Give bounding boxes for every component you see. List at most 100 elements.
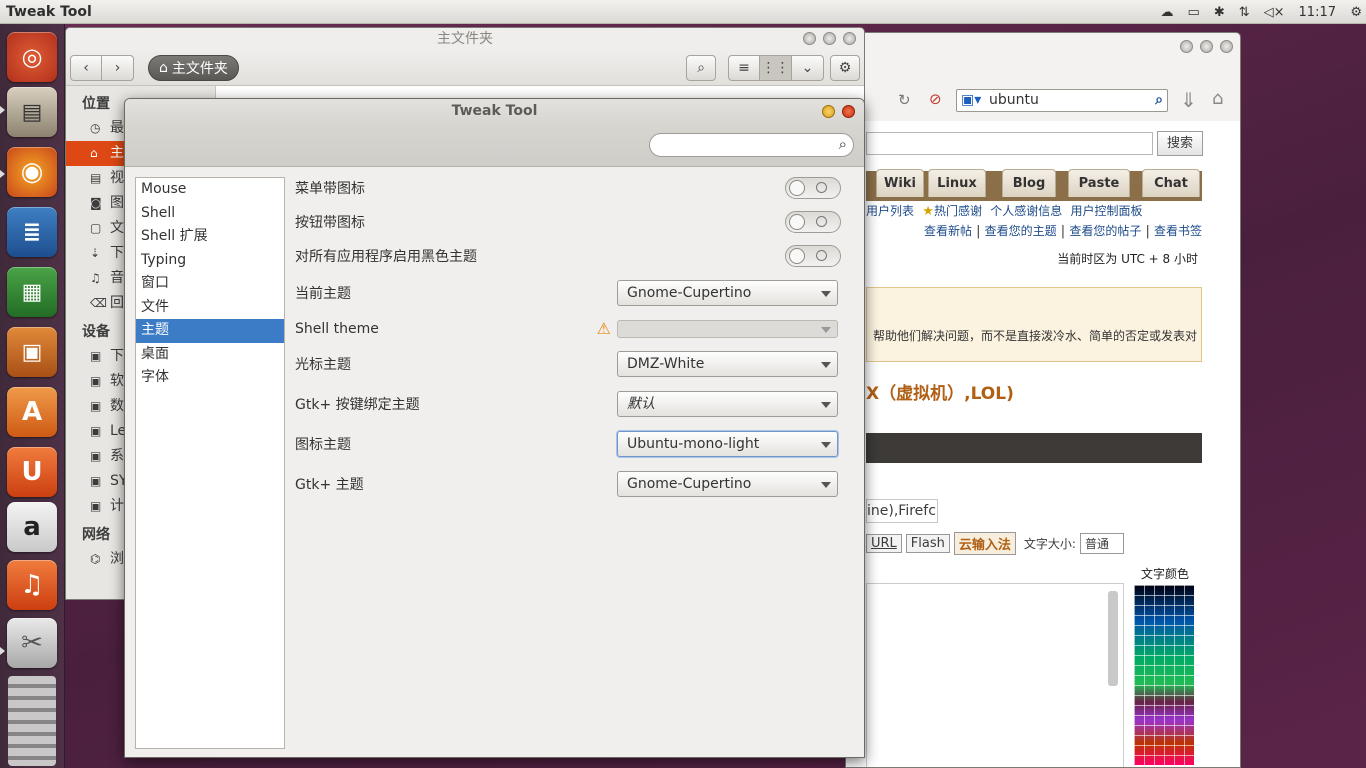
block-icon[interactable]: ⊘: [929, 90, 942, 108]
drive-icon: ▣: [90, 499, 102, 513]
tweak-tool-launcher[interactable]: ✂: [7, 618, 57, 668]
settings-button[interactable]: ⚙: [830, 54, 860, 81]
forum-search-input[interactable]: [866, 132, 1153, 155]
launcher-overflow-stack[interactable]: [8, 676, 56, 766]
icon-theme-combo[interactable]: Ubuntu-mono-light: [617, 431, 838, 457]
calc-launcher[interactable]: ▦: [7, 267, 57, 317]
category-shell-extensions[interactable]: Shell 扩展: [136, 225, 284, 249]
ubuntu-one-music-launcher[interactable]: ♫: [7, 560, 57, 610]
impress-icon: ▣: [21, 339, 43, 365]
category-fonts[interactable]: 字体: [136, 366, 284, 390]
combo-value: Gnome-Cupertino: [627, 476, 752, 492]
close-button[interactable]: [842, 105, 855, 118]
your-posts-link[interactable]: 查看您的帖子: [1069, 224, 1141, 238]
firefox-launcher[interactable]: ◉: [7, 147, 57, 197]
volume-mute-icon[interactable]: ◁×: [1264, 5, 1285, 20]
minimize-button[interactable]: [1180, 40, 1193, 53]
clock-icon: ◷: [90, 121, 101, 135]
drive-icon: ▣: [90, 474, 102, 488]
bookmarks-link[interactable]: 查看书签: [1154, 224, 1202, 238]
files-launcher[interactable]: ▤: [7, 87, 57, 137]
battery-icon[interactable]: ▭: [1188, 5, 1200, 20]
thanks-info-link[interactable]: 个人感谢信息: [990, 204, 1062, 218]
maximize-button[interactable]: [823, 32, 836, 45]
grid-view-button[interactable]: ⋮⋮: [760, 54, 792, 81]
tab-paste[interactable]: Paste: [1068, 169, 1130, 197]
search-bar[interactable]: ▣▾ ubuntu ⌕: [956, 89, 1168, 112]
cloud-icon[interactable]: ☁: [1161, 5, 1174, 20]
amazon-launcher[interactable]: a: [7, 502, 57, 552]
minimize-button[interactable]: [803, 32, 816, 45]
new-posts-link[interactable]: 查看新帖: [924, 224, 972, 238]
tab-linux[interactable]: Linux: [928, 169, 986, 197]
close-button[interactable]: [1220, 40, 1233, 53]
clock[interactable]: 11:17: [1299, 5, 1336, 20]
list-view-button[interactable]: ≡: [728, 54, 760, 81]
search-input[interactable]: ⌕: [649, 133, 854, 157]
combo-value: DMZ-White: [627, 356, 705, 372]
url-button[interactable]: URL: [866, 534, 902, 553]
back-button[interactable]: ‹: [70, 54, 102, 81]
impress-launcher[interactable]: ▣: [7, 327, 57, 377]
running-indicator: [0, 647, 5, 655]
editor-scrollbar[interactable]: [1108, 591, 1118, 686]
font-size-select[interactable]: 普通: [1079, 533, 1124, 554]
keybinding-theme-combo[interactable]: 默认: [617, 391, 838, 417]
home-icon[interactable]: ⌂: [1212, 88, 1223, 109]
path-home-button[interactable]: ⌂ 主文件夹: [148, 54, 239, 81]
maximize-button[interactable]: [1200, 40, 1213, 53]
current-theme-combo[interactable]: Gnome-Cupertino: [617, 280, 838, 306]
bluetooth-icon[interactable]: ✱: [1214, 5, 1225, 20]
your-topics-link[interactable]: 查看您的主题: [985, 224, 1057, 238]
ubuntu-one-launcher[interactable]: U: [7, 447, 57, 497]
gear-icon[interactable]: ⚙: [1350, 5, 1362, 20]
category-windows[interactable]: 窗口: [136, 272, 284, 296]
setting-row-button-icons: 按钮带图标: [295, 207, 851, 237]
text-input[interactable]: ine),Firefc: [866, 499, 938, 523]
reload-icon[interactable]: ↻: [898, 91, 911, 109]
software-center-launcher[interactable]: A: [7, 387, 57, 437]
color-palette[interactable]: [1134, 585, 1194, 765]
control-panel-link[interactable]: 用户控制面板: [1071, 204, 1143, 218]
gtk-theme-combo[interactable]: Gnome-Cupertino: [617, 471, 838, 497]
network-icon[interactable]: ⇅: [1239, 5, 1250, 20]
tab-chat[interactable]: Chat: [1142, 169, 1200, 197]
download-icon[interactable]: ⇓: [1180, 88, 1197, 112]
chevron-down-icon: [821, 362, 831, 368]
file-cabinet-icon: ▤: [21, 99, 43, 125]
search-button[interactable]: ⌕: [686, 54, 716, 81]
category-files[interactable]: 文件: [136, 296, 284, 320]
editor-area[interactable]: [866, 583, 1124, 767]
dark-bar: [866, 433, 1202, 463]
search-icon[interactable]: ⌕: [1155, 90, 1163, 111]
cloud-input-button[interactable]: 云输入法: [953, 532, 1016, 555]
user-list-link[interactable]: 用户列表: [866, 204, 914, 218]
shell-theme-combo[interactable]: [617, 320, 838, 338]
view-options-button[interactable]: ⌄: [792, 54, 824, 81]
forward-button[interactable]: ›: [102, 54, 134, 81]
category-mouse[interactable]: Mouse: [136, 178, 284, 202]
minimize-button[interactable]: [822, 105, 835, 118]
menu-icons-switch[interactable]: [785, 177, 841, 199]
search-engine-icon[interactable]: ▣▾: [961, 90, 981, 111]
flash-button[interactable]: Flash: [905, 534, 950, 553]
chevron-down-icon: ⌄: [801, 59, 814, 76]
category-theme[interactable]: 主题: [136, 319, 284, 343]
thanks-link[interactable]: 热门感谢: [934, 204, 982, 218]
close-button[interactable]: [843, 32, 856, 45]
forum-search-button[interactable]: 搜索: [1157, 131, 1203, 156]
button-icons-switch[interactable]: [785, 211, 841, 233]
tab-blog[interactable]: Blog: [1002, 169, 1056, 197]
dark-theme-switch[interactable]: [785, 245, 841, 267]
writer-launcher[interactable]: ≣: [7, 207, 57, 257]
category-shell[interactable]: Shell: [136, 202, 284, 226]
cursor-theme-combo[interactable]: DMZ-White: [617, 351, 838, 377]
timezone-text: 当前时区为 UTC + 8 小时: [1057, 252, 1198, 266]
combo-value: 默认: [627, 396, 655, 412]
search-icon: ⌕: [838, 135, 847, 153]
category-desktop[interactable]: 桌面: [136, 343, 284, 367]
tab-wiki[interactable]: Wiki: [876, 169, 924, 197]
home-icon: ⌂: [90, 146, 98, 160]
ubuntu-dash-button[interactable]: ◎: [7, 32, 57, 82]
category-typing[interactable]: Typing: [136, 249, 284, 273]
